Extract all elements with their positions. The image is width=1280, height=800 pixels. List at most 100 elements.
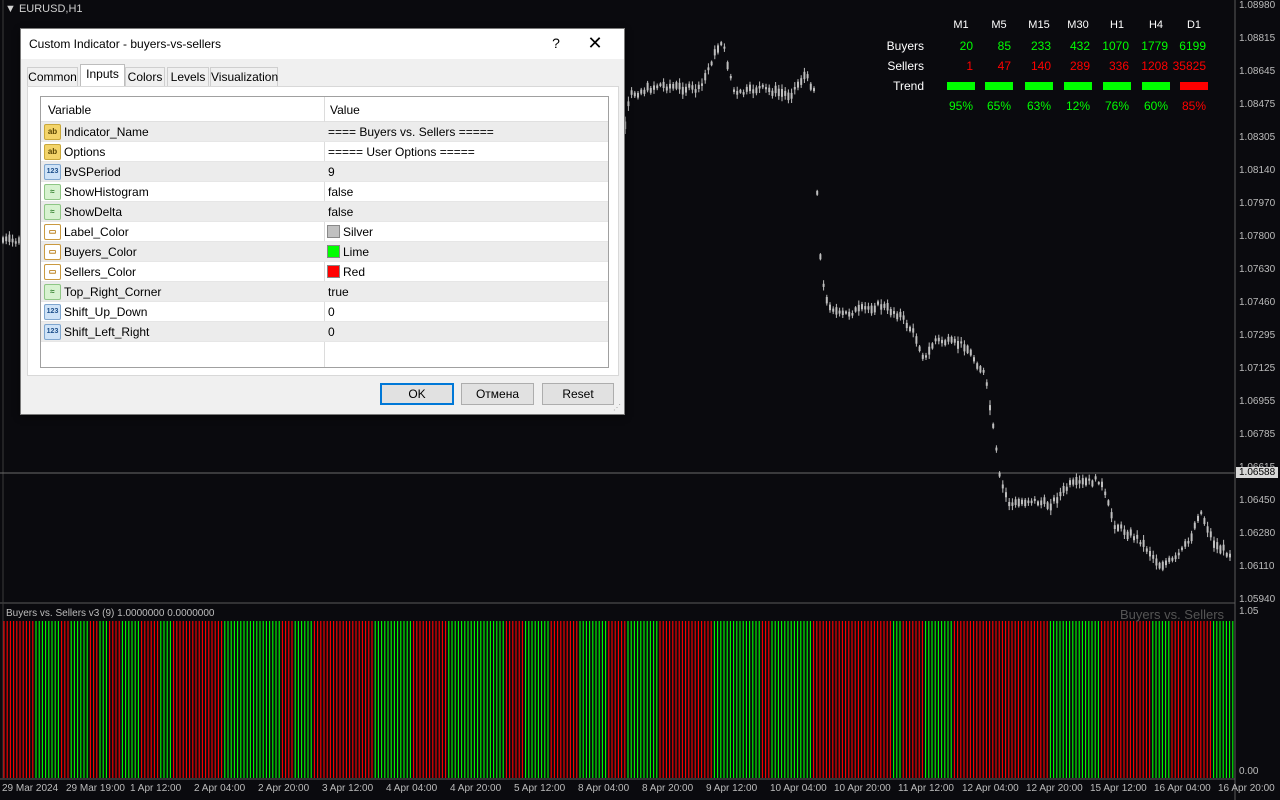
date-tick: 12 Apr 20:00 [1026,783,1083,794]
input-row-shift-up-down[interactable]: 123 Shift_Up_Down 0 [41,302,608,322]
date-tick: 1 Apr 12:00 [130,783,182,794]
color-swatch[interactable] [327,225,340,238]
input-row-shift-left-right[interactable]: 123 Shift_Left_Right 0 [41,322,608,342]
timeframe-m5: M5 [991,19,1007,31]
date-tick: 2 Apr 20:00 [258,783,310,794]
integer-type-icon: 123 [44,324,61,340]
buyers-count: 6199 [1179,39,1206,53]
input-row-label-color[interactable]: ▭ Label_Color Silver [41,222,608,242]
variable-name: Sellers_Color [64,265,137,279]
custom-indicator-dialog: Custom Indicator - buyers-vs-sellers ? ✕… [20,28,625,415]
current-price-label: 1.06588 [1236,467,1279,478]
input-row-showdelta[interactable]: ≈ ShowDelta false [41,202,608,222]
input-row-sellers-color[interactable]: ▭ Sellers_Color Red [41,262,608,282]
timeframe-m15: M15 [1028,19,1050,31]
date-tick: 2 Apr 04:00 [194,783,246,794]
input-row-top-right-corner[interactable]: ≈ Top_Right_Corner true [41,282,608,302]
variable-value[interactable]: 9 [328,165,335,179]
price-tick: 1.07970 [1239,198,1276,209]
price-tick: 1.06280 [1239,528,1276,539]
variable-name: Indicator_Name [64,125,149,139]
price-tick: 1.07125 [1239,363,1276,374]
variable-name: BvSPeriod [64,165,121,179]
input-row-buyers-color[interactable]: ▭ Buyers_Color Lime [41,242,608,262]
date-tick: 11 Apr 12:00 [898,783,954,794]
input-row-options[interactable]: ab Options ===== User Options ===== [41,142,608,162]
price-tick: 1.07630 [1239,264,1276,275]
timeframe-m1: M1 [953,19,969,31]
integer-type-icon: 123 [44,304,61,320]
variable-name: Label_Color [64,225,129,239]
price-tick: 1.06785 [1239,429,1276,440]
close-icon[interactable]: ✕ [587,33,603,54]
resize-grip-icon[interactable]: ⋰ [613,403,621,412]
reset-button[interactable]: Reset [542,383,614,405]
tab-inputs[interactable]: Inputs [80,64,125,87]
variable-value[interactable]: 0 [328,325,335,339]
trend-bar [1064,82,1092,90]
column-value[interactable]: Value [330,103,360,117]
column-variable[interactable]: Variable [48,103,91,117]
trend-bar [985,82,1013,90]
timeframe-h4: H4 [1148,19,1164,31]
price-tick: 1.07460 [1239,297,1276,308]
variable-value[interactable]: Silver [343,225,373,239]
date-tick: 8 Apr 20:00 [642,783,694,794]
tab-levels[interactable]: Levels [167,67,209,86]
inputs-panel: Variable Value ab Indicator_Name ==== Buye… [27,86,619,376]
cancel-button[interactable]: Отмена [461,383,534,405]
variable-name: Options [64,145,106,159]
price-tick: 1.06110 [1239,561,1275,572]
sellers-count: 35825 [1172,59,1206,73]
color-swatch[interactable] [327,265,340,278]
buyers-sellers-histogram [3,621,1234,778]
variable-name: ShowDelta [64,205,123,219]
tab-common[interactable]: Common [27,67,78,86]
variable-value[interactable]: ==== Buyers vs. Sellers ===== [328,125,494,139]
variable-name: ShowHistogram [64,185,149,199]
trend-percent: 85% [1181,99,1206,113]
color-type-icon: ▭ [44,224,61,240]
boolean-type-icon: ≈ [44,184,61,200]
price-tick: 1.08980 [1239,0,1276,11]
date-tick: 29 Mar 19:00 [66,783,125,794]
dialog-titlebar[interactable]: Custom Indicator - buyers-vs-sellers ? ✕ [21,29,624,59]
color-type-icon: ▭ [44,264,61,280]
ok-button[interactable]: OK [380,383,454,405]
help-button[interactable]: ? [548,35,564,51]
tab-colors[interactable]: Colors [125,67,165,86]
date-tick: 12 Apr 04:00 [962,783,1019,794]
input-row-indicator-name[interactable]: ab Indicator_Name ==== Buyers vs. Sellers … [41,122,608,142]
trend-bar [1180,82,1208,90]
price-tick: 1.08305 [1239,132,1276,143]
timeframe-h1: H1 [1109,19,1125,31]
variable-value[interactable]: false [328,185,353,199]
buyers-row-label: Buyers [886,39,924,53]
variable-value[interactable]: false [328,205,353,219]
subwindow-title: Buyers vs. Sellers v3 (9) 1.0000000 0.00… [6,608,215,619]
date-tick: 5 Apr 12:00 [514,783,566,794]
integer-type-icon: 123 [44,164,61,180]
variable-name: Shift_Left_Right [64,325,150,339]
trend-bar [1142,82,1170,90]
trend-bar [947,82,975,90]
price-tick: 1.05940 [1239,594,1276,605]
variable-value[interactable]: ===== User Options ===== [328,145,475,159]
variable-value[interactable]: true [328,285,349,299]
timeframe-d1: D1 [1186,19,1202,31]
variable-value[interactable]: Red [343,265,365,279]
input-row-showhistogram[interactable]: ≈ ShowHistogram false [41,182,608,202]
boolean-type-icon: ≈ [44,204,61,220]
variable-value[interactable]: 0 [328,305,335,319]
color-swatch[interactable] [327,245,340,258]
date-tick: 9 Apr 12:00 [706,783,758,794]
tab-visualization[interactable]: Visualization [210,67,278,86]
timeframe-m30: M30 [1067,19,1089,31]
date-tick: 15 Apr 12:00 [1090,783,1147,794]
subwindow-watermark: Buyers vs. Sellers [1120,607,1225,622]
price-tick: 1.08645 [1239,66,1276,77]
subwindow-scale-bottom: 0.00 [1239,766,1259,777]
input-row-bvsperiod[interactable]: 123 BvSPeriod 9 [41,162,608,182]
variable-value[interactable]: Lime [343,245,369,259]
inputs-grid: Variable Value ab Indicator_Name ==== Buye… [40,96,609,368]
